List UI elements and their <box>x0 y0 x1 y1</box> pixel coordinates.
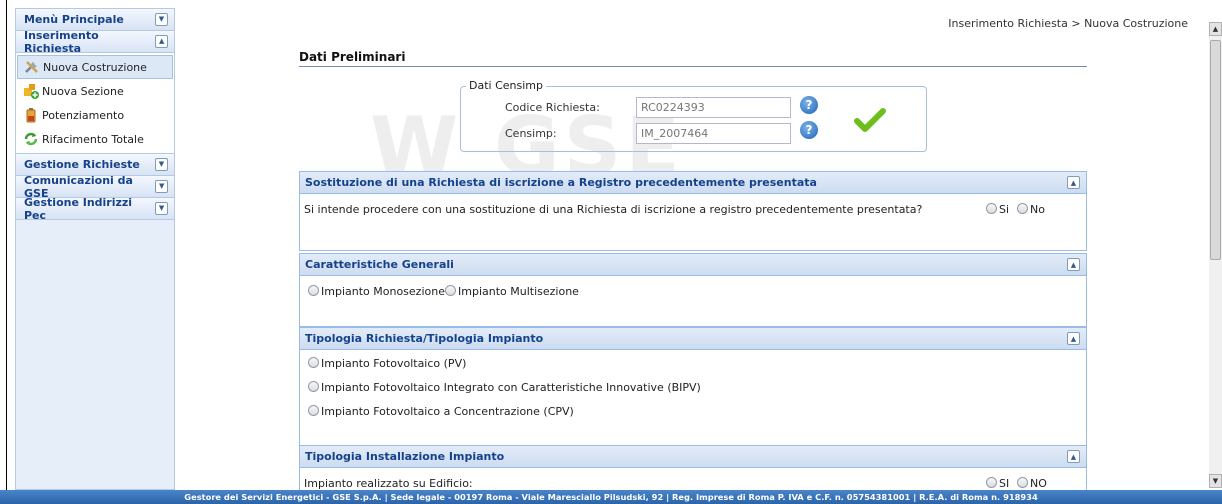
panel-tipologia-richiesta: Tipologia Richiesta/Tipologia Impianto ▲… <box>299 327 1087 446</box>
codice-richiesta-field[interactable] <box>636 97 791 118</box>
radio-label: NO <box>1030 477 1047 490</box>
sidebar-section-label: Gestione Richieste <box>24 158 140 171</box>
refresh-icon <box>23 131 39 147</box>
sidebar: Menù Principale ▼ Inserimento Richiesta … <box>15 8 175 490</box>
chevron-up-icon[interactable]: ▲ <box>155 35 168 48</box>
radio-label: Impianto Monosezione <box>321 285 445 298</box>
checkmark-icon <box>854 108 886 132</box>
sidebar-section-label: Menù Principale <box>24 13 124 26</box>
radio-label: No <box>1030 203 1045 216</box>
sidebar-item-label: Nuova Costruzione <box>43 60 147 74</box>
panel-title: Sostituzione di una Richiesta di iscrizi… <box>305 176 817 189</box>
radio-button[interactable] <box>986 203 997 214</box>
collapse-icon[interactable]: ▲ <box>1067 176 1080 189</box>
radio-cpv[interactable]: Impianto Fotovoltaico a Concentrazione (… <box>308 405 574 418</box>
radio-no[interactable]: No <box>1017 203 1045 216</box>
vertical-scrollbar[interactable]: ▲ ▼ <box>1209 22 1222 488</box>
radio-label: Si <box>999 203 1010 216</box>
sidebar-item-label: Potenziamento <box>42 108 125 122</box>
left-border <box>6 0 7 504</box>
sidebar-section-label: Gestione Indirizzi Pec <box>24 195 133 222</box>
panel-caratteristiche-generali: Caratteristiche Generali ▲ Impianto Mono… <box>299 253 1087 327</box>
panel-header: Sostituzione di una Richiesta di iscrizi… <box>300 171 1086 194</box>
panel-body: Impianto Monosezione Impianto Multisezio… <box>300 276 1086 326</box>
sidebar-item-potenziamento[interactable]: Potenziamento <box>17 103 173 127</box>
censimp-row: Censimp: <box>505 123 791 144</box>
radio-button[interactable] <box>308 381 319 392</box>
panel-body: Si intende procedere con una sostituzion… <box>300 194 1086 250</box>
censimp-label: Censimp: <box>505 127 557 140</box>
radio-button[interactable] <box>445 285 456 296</box>
radio-bipv[interactable]: Impianto Fotovoltaico Integrato con Cara… <box>308 381 701 394</box>
radio-button[interactable] <box>308 357 319 368</box>
radio-button[interactable] <box>308 285 319 296</box>
main-content: Dati Preliminari <box>299 50 1087 67</box>
fieldset-legend: Dati Censimp <box>466 79 546 92</box>
radio-button[interactable] <box>1017 203 1028 214</box>
collapse-icon[interactable]: ▲ <box>1067 450 1080 463</box>
collapse-icon[interactable]: ▲ <box>1067 332 1080 345</box>
panel-header: Tipologia Installazione Impianto ▲ <box>300 445 1086 468</box>
scrollbar-thumb[interactable] <box>1210 40 1221 260</box>
page-title: Dati Preliminari <box>299 50 1087 67</box>
panel-title: Tipologia Installazione Impianto <box>305 450 505 463</box>
sidebar-section-gestione-indirizzi-pec[interactable]: Gestione Indirizzi Pec ▼ <box>16 195 174 222</box>
radio-label: SI <box>999 477 1010 490</box>
radio-label: Impianto Fotovoltaico (PV) <box>321 357 467 370</box>
censimp-field[interactable] <box>636 123 791 144</box>
sidebar-section-label: Inserimento Richiesta <box>24 28 99 55</box>
sidebar-item-rifacimento-totale[interactable]: Rifacimento Totale <box>17 127 173 151</box>
chevron-down-icon[interactable]: ▼ <box>155 13 168 26</box>
panel-tipologia-installazione: Tipologia Installazione Impianto ▲ Impia… <box>299 445 1087 490</box>
edificio-question: Impianto realizzato su Edificio: <box>304 477 473 490</box>
collapse-icon[interactable]: ▲ <box>1067 258 1080 271</box>
tools-icon <box>24 59 40 75</box>
sidebar-section-inserimento-richiesta[interactable]: Inserimento Richiesta ▲ <box>16 28 174 55</box>
codice-richiesta-label: Codice Richiesta: <box>505 101 600 114</box>
footer: Gestore dei Servizi Energetici - GSE S.p… <box>0 490 1222 504</box>
panel-title: Caratteristiche Generali <box>305 258 454 271</box>
codice-richiesta-row: Codice Richiesta: <box>505 97 791 118</box>
panel-body: Impianto Fotovoltaico (PV) Impianto Foto… <box>300 350 1086 445</box>
sidebar-item-nuova-sezione[interactable]: Nuova Sezione <box>17 79 173 103</box>
scroll-up-icon[interactable]: ▲ <box>1209 22 1222 36</box>
radio-label: Impianto Multisezione <box>458 285 579 298</box>
radio-monosezione[interactable]: Impianto Monosezione <box>308 285 445 298</box>
panel-header: Tipologia Richiesta/Tipologia Impianto ▲ <box>300 327 1086 350</box>
radio-button[interactable] <box>308 405 319 416</box>
radio-button[interactable] <box>986 477 997 488</box>
radio-pv[interactable]: Impianto Fotovoltaico (PV) <box>308 357 466 370</box>
chevron-down-icon[interactable]: ▼ <box>155 180 168 193</box>
puzzle-add-icon <box>23 83 39 99</box>
sidebar-section-body: Nuova Costruzione Nuova Sezione Potenzia… <box>16 53 174 154</box>
radio-label: Impianto Fotovoltaico a Concentrazione (… <box>321 405 574 418</box>
sidebar-item-label: Nuova Sezione <box>42 84 124 98</box>
radio-button[interactable] <box>1017 477 1028 488</box>
radio-multisezione[interactable]: Impianto Multisezione <box>445 285 579 298</box>
panel-title: Tipologia Richiesta/Tipologia Impianto <box>305 332 544 345</box>
panel-header: Caratteristiche Generali ▲ <box>300 253 1086 276</box>
radio-no[interactable]: NO <box>1017 477 1047 490</box>
breadcrumb: Inserimento Richiesta > Nuova Costruzion… <box>948 17 1188 30</box>
battery-icon <box>23 107 39 123</box>
radio-si[interactable]: SI <box>986 477 1009 490</box>
panel-body: Impianto realizzato su Edificio: SI NO <box>300 468 1086 490</box>
sidebar-item-nuova-costruzione[interactable]: Nuova Costruzione <box>17 55 173 79</box>
help-icon[interactable]: ? <box>800 96 818 114</box>
sostituzione-question: Si intende procedere con una sostituzion… <box>304 203 923 216</box>
sidebar-item-label: Rifacimento Totale <box>42 132 144 146</box>
panel-sostituzione: Sostituzione di una Richiesta di iscrizi… <box>299 171 1087 251</box>
scroll-down-icon[interactable]: ▼ <box>1209 474 1222 488</box>
chevron-down-icon[interactable]: ▼ <box>155 202 168 215</box>
radio-label: Impianto Fotovoltaico Integrato con Cara… <box>321 381 701 394</box>
chevron-down-icon[interactable]: ▼ <box>155 158 168 171</box>
radio-si[interactable]: Si <box>986 203 1009 216</box>
help-icon[interactable]: ? <box>800 121 818 139</box>
